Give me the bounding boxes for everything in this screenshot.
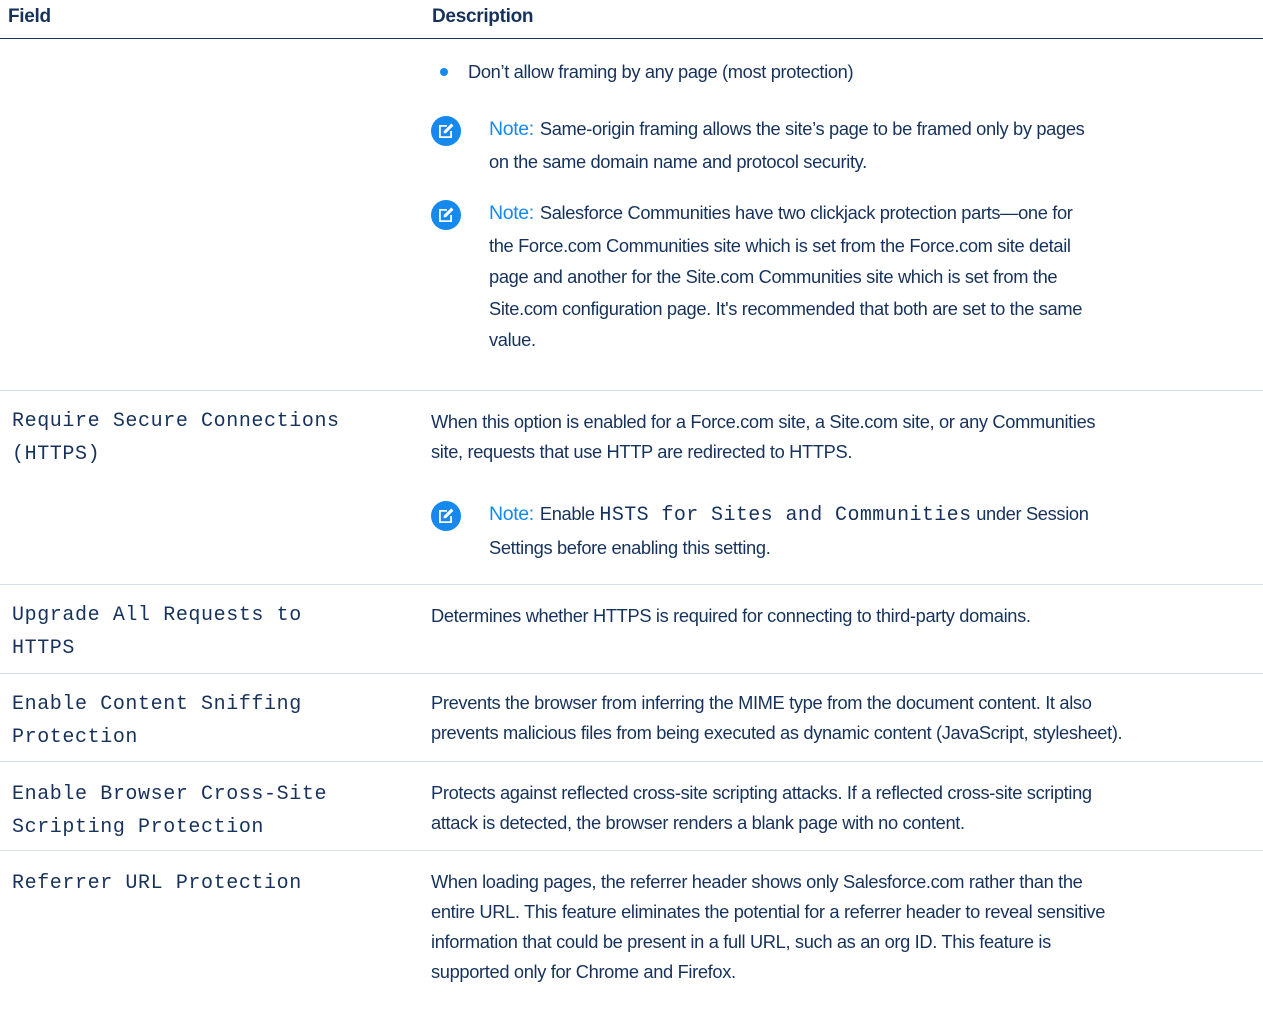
settings-table: Field Description Don’t allow framing by… <box>0 0 1263 982</box>
field-description: Prevents the browser from inferring the … <box>431 692 1123 743</box>
field-name: Require Secure Connections (HTTPS) <box>12 410 340 466</box>
note-edit-icon <box>431 116 461 146</box>
table-row-clickjack-continued: Don’t allow framing by any page (most pr… <box>0 39 1263 384</box>
bullet-dot <box>440 68 448 76</box>
description-column-header: Description <box>432 6 534 27</box>
field-name: Enable Content Sniffing Protection <box>12 693 302 749</box>
table-row-require-secure-connections: Require Secure Connections (HTTPS) When … <box>0 390 1263 584</box>
field-name: Upgrade All Requests to HTTPS <box>12 604 302 660</box>
note-edit-icon <box>431 200 461 230</box>
code-text: HSTS for Sites and Communities <box>599 504 972 527</box>
table-row-xss-protection: Enable Browser Cross-Site Scripting Prot… <box>0 761 1263 850</box>
table-row-upgrade-requests: Upgrade All Requests to HTTPS Determines… <box>0 584 1263 665</box>
note-text: Note: Enable HSTS for Sites and Communiti… <box>489 503 1089 558</box>
table-row-content-sniffing: Enable Content Sniffing Protection Preve… <box>0 673 1263 759</box>
table-row-referrer-url: Referrer URL Protection When loading pag… <box>0 850 1263 1009</box>
note-text: Note: Same-origin framing allows the site… <box>489 118 1085 172</box>
field-description: Determines whether HTTPS is required for… <box>431 605 1031 626</box>
note-edit-icon <box>431 501 461 531</box>
table-header: Field Description <box>0 0 1263 39</box>
field-name: Enable Browser Cross-Site Scripting Prot… <box>12 783 328 839</box>
note-text: Note: Salesforce Communities have two cli… <box>489 202 1083 350</box>
field-column-header: Field <box>8 6 51 27</box>
field-name: Referrer URL Protection <box>12 872 302 895</box>
list-item-text: Don’t allow framing by any page (most pr… <box>468 61 854 82</box>
field-description: When loading pages, the referrer header … <box>431 871 1106 982</box>
field-description: When this option is enabled for a Force.… <box>431 411 1096 462</box>
field-description: Protects against reflected cross-site sc… <box>431 782 1092 833</box>
